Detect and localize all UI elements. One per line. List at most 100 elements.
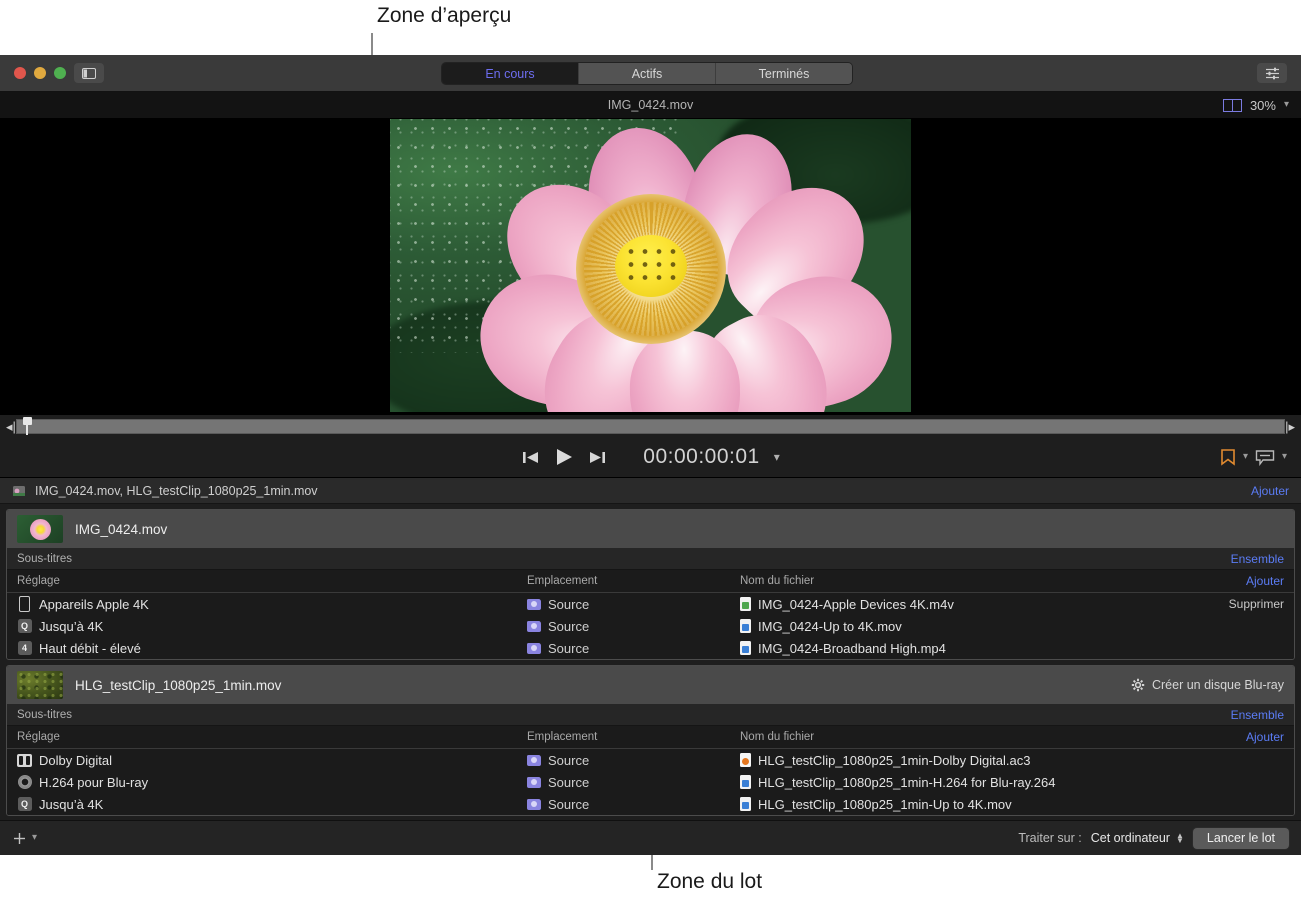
add-chevron-down-icon[interactable]: ▾ — [32, 833, 37, 843]
timecode-display[interactable]: 00:00:00:01 — [643, 445, 759, 469]
status-tabs[interactable]: En cours Actifs Terminés — [442, 63, 852, 84]
location-cell: Source — [527, 797, 740, 812]
video-preview-frame[interactable] — [390, 119, 911, 412]
table-row[interactable]: Appareils Apple 4K Source IMG_0424-Apple… — [7, 593, 1294, 615]
process-on-popup[interactable]: Cet ordinateur ▲▼ — [1091, 831, 1184, 845]
subtitles-label: Sous-titres — [17, 709, 1231, 721]
mp4-file-icon — [740, 641, 751, 655]
go-to-start-button[interactable] — [521, 449, 540, 466]
traffic-lights — [14, 67, 66, 79]
filename-cell: IMG_0424-Up to 4K.mov — [740, 619, 1212, 634]
play-button[interactable] — [554, 447, 574, 467]
timecode-chevron-down-icon[interactable]: ▾ — [774, 451, 780, 463]
location-cell: Source — [527, 753, 740, 768]
preview-header-controls: 30% ▾ — [1223, 92, 1289, 118]
quicktime-icon: Q — [17, 797, 32, 812]
process-on-label: Traiter sur : — [1018, 831, 1081, 845]
column-header-add-link[interactable]: Ajouter — [1212, 574, 1284, 588]
setting-name: Appareils Apple 4K — [39, 597, 149, 612]
tab-termines[interactable]: Terminés — [716, 63, 852, 84]
job-title-row[interactable]: HLG_testClip_1080p25_1min.mov — [7, 666, 1294, 704]
setting-cell: 4 Haut débit - élevé — [17, 641, 527, 656]
job-title: IMG_0424.mov — [75, 522, 1284, 537]
h264-icon: 4 — [17, 641, 32, 656]
subtitles-row: Sous-titres Ensemble — [7, 704, 1294, 726]
column-header-filename: Nom du fichier — [740, 731, 1212, 743]
caption-bubble-icon[interactable] — [1255, 449, 1275, 466]
zoom-chevron-down-icon[interactable]: ▾ — [1284, 100, 1289, 110]
receptacle-seed-dots — [624, 245, 678, 287]
table-row[interactable]: Q Jusqu’à 4K Source IMG_0424-Up to 4K.mo… — [7, 615, 1294, 637]
playhead-handle[interactable] — [23, 417, 32, 435]
split-view-icon[interactable] — [1223, 99, 1242, 112]
column-headers: Réglage Emplacement Nom du fichier Ajout… — [7, 726, 1294, 749]
sidebar-toggle-button[interactable] — [74, 63, 104, 83]
location-cell: Source — [527, 619, 740, 634]
location-name: Source — [548, 619, 589, 634]
location-cell: Source — [527, 641, 740, 656]
zoom-level-value[interactable]: 30% — [1250, 98, 1276, 113]
inspector-toggle-button[interactable] — [1257, 63, 1287, 83]
zoom-window-button[interactable] — [54, 67, 66, 79]
marker-chevron-down-icon[interactable]: ▾ — [1243, 452, 1248, 462]
create-bluray-label: Créer un disque Blu-ray — [1152, 678, 1284, 692]
setting-cell: Q Jusqu’à 4K — [17, 797, 527, 812]
bookmark-icon[interactable] — [1220, 448, 1236, 466]
compressor-window: En cours Actifs Terminés IMG_0424.mov — [0, 55, 1301, 855]
dolby-icon — [17, 753, 32, 768]
filename-cell: IMG_0424-Broadband High.mp4 — [740, 641, 1212, 656]
timeline-scrubber[interactable]: ◂| |▸ — [0, 415, 1301, 437]
h264-file-icon — [740, 775, 751, 789]
tab-actifs[interactable]: Actifs — [579, 63, 716, 84]
subtitles-set-link[interactable]: Ensemble — [1231, 552, 1284, 566]
table-row[interactable]: 4 Haut débit - élevé Source IMG_0424-Bro… — [7, 637, 1294, 659]
range-start-icon[interactable]: ◂| — [6, 420, 16, 433]
remove-link[interactable]: Supprimer — [1212, 597, 1284, 611]
table-row[interactable]: Dolby Digital Source HLG_testClip_1080p2… — [7, 749, 1294, 771]
tab-en-cours[interactable]: En cours — [442, 63, 579, 84]
minimize-window-button[interactable] — [34, 67, 46, 79]
job-title-row[interactable]: IMG_0424.mov — [7, 510, 1294, 548]
play-icon — [554, 447, 574, 467]
go-to-end-button[interactable] — [588, 449, 607, 466]
subtitles-label: Sous-titres — [17, 553, 1231, 565]
caption-chevron-down-icon[interactable]: ▾ — [1282, 452, 1287, 462]
filename-cell: HLG_testClip_1080p25_1min-Dolby Digital.… — [740, 753, 1212, 768]
close-window-button[interactable] — [14, 67, 26, 79]
column-header-add-link[interactable]: Ajouter — [1212, 730, 1284, 744]
batch-icon — [12, 484, 26, 498]
location-cell: Source — [527, 597, 740, 612]
mov-file-icon — [740, 619, 751, 633]
location-name: Source — [548, 797, 589, 812]
location-name: Source — [548, 641, 589, 656]
job-thumbnail — [17, 671, 63, 699]
filename-text: HLG_testClip_1080p25_1min-Dolby Digital.… — [758, 753, 1030, 768]
filename-cell: HLG_testClip_1080p25_1min-Up to 4K.mov — [740, 797, 1212, 812]
flower-receptacle — [615, 235, 687, 297]
location-name: Source — [548, 775, 589, 790]
scrubber-track[interactable] — [16, 419, 1285, 434]
column-header-setting: Réglage — [17, 575, 527, 587]
batch-area-callout-label: Zone du lot — [657, 870, 762, 894]
create-bluray-button[interactable]: Créer un disque Blu-ray — [1131, 678, 1284, 692]
skip-to-start-icon — [521, 449, 540, 466]
folder-icon — [527, 755, 541, 766]
location-name: Source — [548, 753, 589, 768]
preview-header: IMG_0424.mov 30% ▾ — [0, 92, 1301, 119]
table-row[interactable]: Q Jusqu’à 4K Source HLG_testClip_1080p25… — [7, 793, 1294, 815]
subtitles-row: Sous-titres Ensemble — [7, 548, 1294, 570]
filename-text: HLG_testClip_1080p25_1min-H.264 for Blu-… — [758, 775, 1055, 790]
folder-icon — [527, 599, 541, 610]
folder-icon — [527, 643, 541, 654]
preview-area-callout-label: Zone d’aperçu — [377, 4, 511, 28]
start-batch-button[interactable]: Lancer le lot — [1193, 828, 1289, 849]
table-row[interactable]: H.264 pour Blu-ray Source HLG_testClip_1… — [7, 771, 1294, 793]
batch-title: IMG_0424.mov, HLG_testClip_1080p25_1min.… — [35, 484, 1242, 498]
batch-area: IMG_0424.mov, HLG_testClip_1080p25_1min.… — [0, 478, 1301, 844]
add-job-button[interactable]: ▾ — [12, 831, 37, 846]
folder-icon — [527, 799, 541, 810]
range-end-icon[interactable]: |▸ — [1285, 420, 1295, 433]
subtitles-set-link[interactable]: Ensemble — [1231, 708, 1284, 722]
gear-icon — [1131, 678, 1145, 692]
batch-add-link[interactable]: Ajouter — [1251, 484, 1289, 498]
